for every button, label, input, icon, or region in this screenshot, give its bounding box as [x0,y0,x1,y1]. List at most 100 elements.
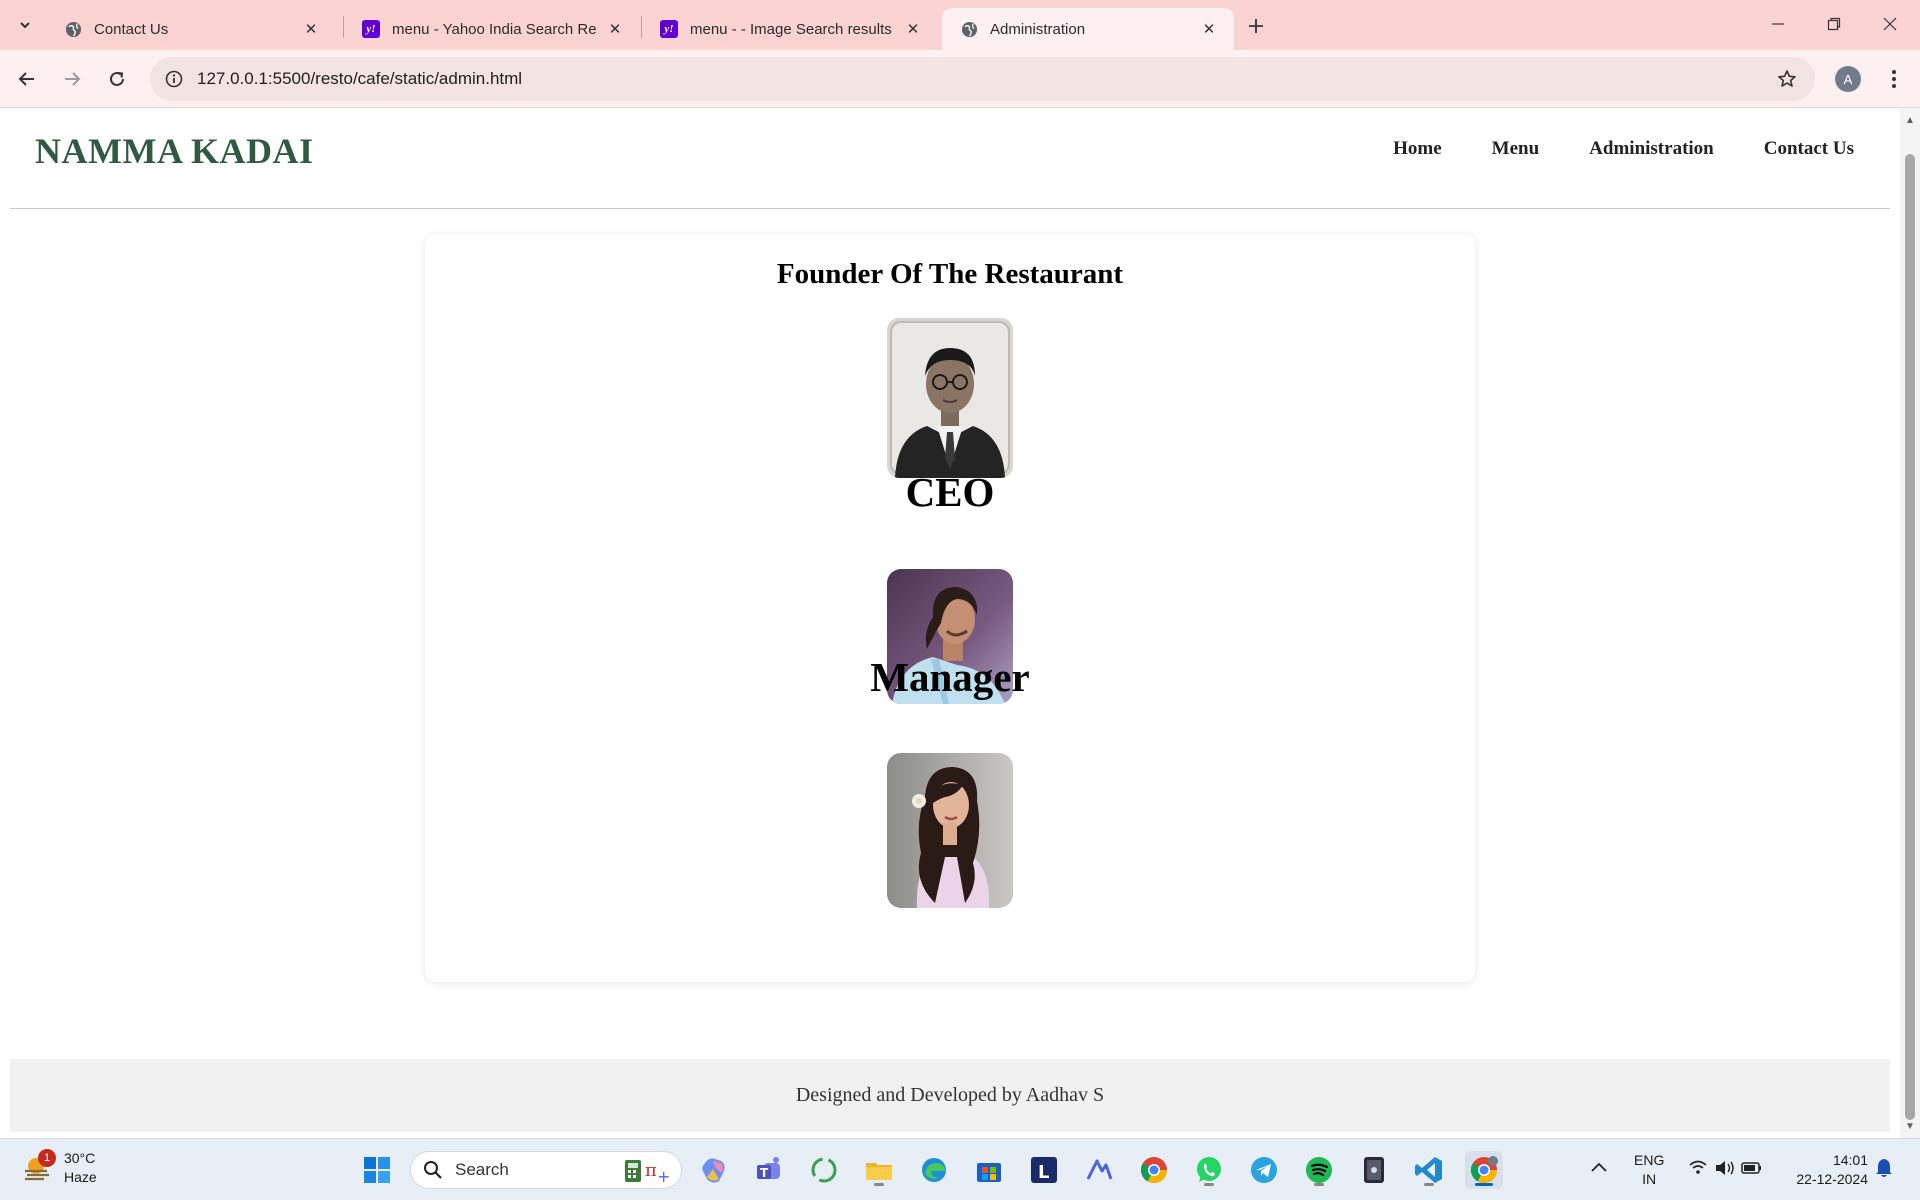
nav-link-menu[interactable]: Menu [1492,138,1540,160]
wifi-icon [1689,1160,1707,1174]
close-icon[interactable]: ✕ [604,18,626,40]
svg-text:T: T [760,1166,769,1180]
bookmark-star-icon[interactable] [1773,65,1801,93]
running-indicator [874,1183,884,1186]
site-info-icon[interactable] [160,65,188,93]
close-icon[interactable]: ✕ [902,18,924,40]
site-logo[interactable]: NAMMA KADAI [35,130,313,172]
close-icon [1883,17,1897,31]
site-header: NAMMA KADAI Home Menu Administration Con… [10,108,1890,209]
tab-yahoo-search[interactable]: y! menu - Yahoo India Search Results ✕ [344,8,640,50]
scroll-down-arrow-icon[interactable]: ▼ [1904,1120,1916,1132]
weather-widget[interactable]: 1 30°C Haze [22,1149,97,1187]
nav-link-administration[interactable]: Administration [1589,138,1714,160]
globe-icon [64,20,82,38]
forward-button[interactable] [54,61,90,97]
phone-link-icon[interactable] [1355,1151,1393,1189]
weather-condition: Haze [64,1169,97,1185]
arrow-right-icon [65,72,81,86]
scrollbar-thumb[interactable] [1905,154,1915,1120]
site-nav: Home Menu Administration Contact Us [1393,138,1854,160]
store-icon[interactable] [970,1151,1008,1189]
language-indicator[interactable]: ENG IN [1634,1151,1664,1189]
volume-icon [1716,1161,1734,1175]
region-code: IN [1642,1171,1657,1187]
url-text[interactable]: 127.0.0.1:5500/resto/cafe/static/admin.h… [197,69,522,89]
founder-photo [887,318,1013,478]
chrome-profile-icon[interactable] [1465,1151,1503,1189]
weather-temp: 30°C [64,1150,96,1166]
svg-text:π: π [645,1160,657,1181]
chrome-icon[interactable] [1135,1151,1173,1189]
battery-icon [1741,1162,1761,1174]
svg-text:L: L [1038,1162,1049,1183]
scroll-up-arrow-icon[interactable]: ▲ [1904,114,1916,126]
plus-icon [1249,19,1263,33]
tab-title: menu - Yahoo India Search Results [392,20,596,38]
nav-link-home[interactable]: Home [1393,138,1442,160]
browser-toolbar: 127.0.0.1:5500/resto/cafe/static/admin.h… [0,50,1920,108]
ceo-heading: CEO [905,469,995,515]
close-icon[interactable]: ✕ [300,18,322,40]
notification-bell-icon[interactable] [1874,1157,1894,1184]
taskbar-search-placeholder: Search [455,1160,509,1179]
clock[interactable]: 14:01 22-12-2024 [1784,1151,1868,1189]
yahoo-icon: y! [362,20,380,38]
running-indicator [1204,1183,1214,1186]
tab-title: menu - - Image Search results [690,20,892,38]
administration-card: Founder Of The Restaurant CEO Manager [425,234,1475,982]
minimize-button[interactable] [1750,0,1806,48]
show-hidden-icons-chevron-icon[interactable] [1590,1159,1608,1178]
haze-weather-icon: 1 [22,1149,56,1183]
calculator-icon: π + [623,1156,671,1191]
refresh-app-icon[interactable] [805,1151,843,1189]
windows-taskbar: 1 30°C Haze Search π + T L ENG IN 14:01 … [0,1138,1920,1200]
tab-administration[interactable]: Administration ✕ [942,8,1234,50]
profile-avatar[interactable]: A [1835,66,1861,92]
restore-button[interactable] [1806,0,1862,48]
globe-icon [960,20,978,38]
restore-icon [1827,17,1841,31]
taskbar-search-box[interactable]: Search π + [410,1151,682,1189]
whatsapp-icon[interactable] [1190,1151,1228,1189]
manager-photo [887,753,1013,908]
back-button[interactable] [9,61,45,97]
reload-button[interactable] [99,61,135,97]
teams-icon[interactable]: T [750,1151,788,1189]
clock-date: 22-12-2024 [1796,1171,1868,1187]
more-menu-icon[interactable] [1880,64,1908,94]
address-bar[interactable]: 127.0.0.1:5500/resto/cafe/static/admin.h… [150,57,1815,101]
quick-settings[interactable] [1688,1157,1764,1184]
close-icon[interactable]: ✕ [1198,18,1220,40]
spotify-icon[interactable] [1300,1151,1338,1189]
close-window-button[interactable] [1862,0,1918,48]
running-indicator [1314,1183,1324,1186]
page-scrollbar[interactable]: ▲ ▼ [1900,108,1920,1138]
search-icon [424,1161,442,1179]
notification-badge: 1 [38,1149,56,1167]
file-explorer-icon[interactable] [860,1151,898,1189]
minimize-icon [1772,23,1784,25]
manager-heading: Manager [870,654,1030,700]
page-viewport: NAMMA KADAI Home Menu Administration Con… [0,108,1900,1138]
l-app-icon[interactable]: L [1025,1151,1063,1189]
svg-text:+: + [657,1167,670,1186]
edge-icon[interactable] [915,1151,953,1189]
atlas-icon[interactable] [1080,1151,1118,1189]
tab-strip: Contact Us ✕ y! menu - Yahoo India Searc… [0,0,1920,50]
windows-start-icon[interactable] [358,1151,396,1189]
telegram-icon[interactable] [1245,1151,1283,1189]
running-indicator [1424,1183,1434,1186]
vscode-icon[interactable] [1410,1151,1448,1189]
tab-image-search[interactable]: y! menu - - Image Search results ✕ [642,8,938,50]
tab-title: Administration [990,20,1086,38]
tab-title: Contact Us [94,20,169,38]
language-code: ENG [1634,1152,1665,1168]
tab-search-button[interactable] [10,10,40,40]
tab-contact-us[interactable]: Contact Us ✕ [46,8,336,50]
arrow-left-icon [18,72,34,86]
copilot-icon[interactable] [695,1151,733,1189]
new-tab-button[interactable] [1240,10,1272,42]
founder-heading: Founder Of The Restaurant [776,258,1124,290]
nav-link-contact-us[interactable]: Contact Us [1764,138,1854,160]
